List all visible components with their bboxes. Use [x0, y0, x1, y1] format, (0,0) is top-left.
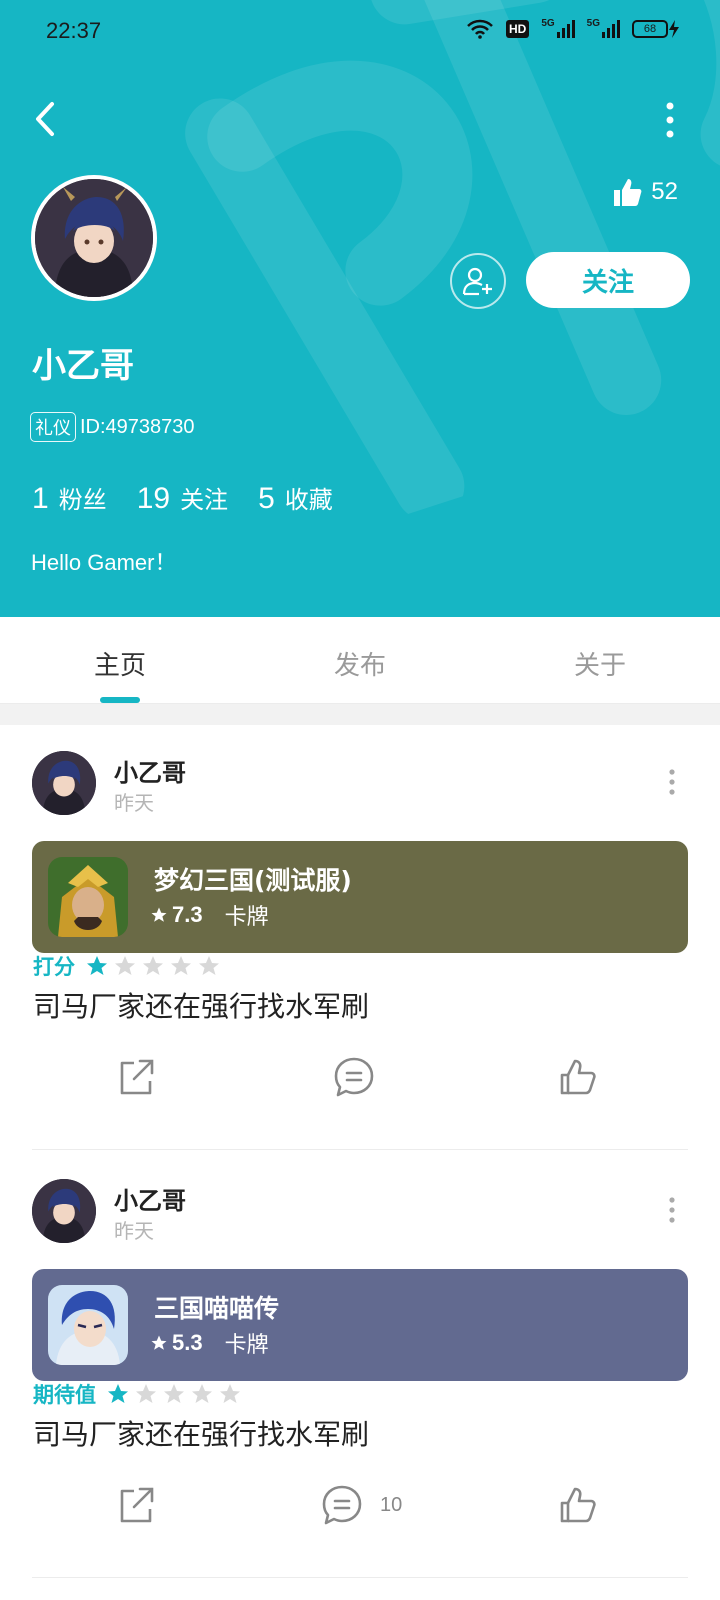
profile-bio: Hello Gamer！: [31, 550, 177, 575]
post-author-name[interactable]: 小乙哥: [114, 753, 186, 788]
game-icon: [48, 1285, 128, 1365]
back-arrow-icon: [36, 102, 54, 136]
stat-followers[interactable]: 1 粉丝: [32, 480, 107, 516]
tab-about[interactable]: 关于: [480, 617, 720, 703]
post-author-avatar[interactable]: [32, 1179, 96, 1243]
more-vertical-icon: [669, 769, 675, 795]
stat-favorites[interactable]: 5 收藏: [258, 480, 333, 516]
add-friend-icon: [462, 267, 492, 296]
star-icon: [171, 956, 191, 975]
star-icon: [151, 907, 167, 922]
post-author-avatar[interactable]: [32, 751, 96, 815]
likes-count: 52: [611, 176, 678, 208]
game-title: 梦幻三国(测试服): [154, 866, 352, 895]
profile-tabs: 主页 发布 关于: [0, 617, 720, 704]
comment-icon: [322, 1485, 362, 1525]
post-more-button[interactable]: [662, 1195, 682, 1225]
signal-icon-2: 5G: [587, 18, 620, 38]
post-divider: [32, 1577, 688, 1578]
add-friend-button[interactable]: [450, 253, 506, 309]
share-icon: [120, 1059, 154, 1095]
profile-name: 小乙哥: [32, 346, 134, 386]
star-icon: [199, 956, 219, 975]
star-icon: [164, 1384, 184, 1403]
section-gap: [0, 704, 720, 725]
star-icon: [136, 1384, 156, 1403]
post-time: 昨天: [114, 1219, 154, 1243]
comment-button[interactable]: 10: [320, 1483, 402, 1527]
like-icon: [560, 1059, 596, 1095]
star-icon: [151, 1335, 167, 1350]
game-genre: 卡牌: [224, 905, 269, 930]
post-text: 司马厂家还在强行找水军刷: [33, 990, 370, 1023]
profile-id: ID:49738730: [80, 415, 195, 438]
rating-row: 打分: [33, 951, 221, 981]
rating-label: 打分: [33, 955, 75, 979]
hd-icon: HD: [505, 20, 530, 38]
star-icon: [192, 1384, 212, 1403]
tab-indicator: [100, 697, 140, 703]
wifi-icon: [466, 19, 494, 39]
profile-stats: 1 粉丝 19 关注 5 收藏: [32, 480, 333, 516]
like-button[interactable]: [556, 1055, 600, 1099]
status-time: 22:37: [46, 18, 102, 43]
post-author-name[interactable]: 小乙哥: [114, 1181, 186, 1216]
status-bar: 22:37 HD 5G 5G 68: [0, 0, 720, 62]
game-card[interactable]: 三国喵喵传 5.3 卡牌: [32, 1269, 688, 1381]
share-icon: [120, 1487, 154, 1523]
more-vertical-icon: [666, 102, 674, 138]
battery-icon: 68: [632, 19, 680, 39]
game-score: 7.3: [172, 902, 203, 927]
game-meta: 5.3 卡牌: [150, 1327, 269, 1359]
tab-home[interactable]: 主页: [0, 617, 240, 703]
rating-row: 期待值: [33, 1379, 242, 1409]
comment-count: 10: [380, 1493, 403, 1516]
likes-number: 52: [651, 178, 678, 205]
post-time: 昨天: [114, 791, 154, 815]
profile-header: 22:37 HD 5G 5G 68 52 关注 小乙哥 礼仪 ID:497387…: [0, 0, 720, 617]
post-text: 司马厂家还在强行找水军刷: [33, 1418, 370, 1451]
profile-id-row: 礼仪 ID:49738730: [30, 412, 195, 442]
etiquette-badge: 礼仪: [30, 412, 76, 442]
more-options-button[interactable]: [660, 100, 680, 140]
rating-stars: [85, 954, 221, 978]
comment-icon: [334, 1057, 374, 1097]
game-score: 5.3: [172, 1330, 203, 1355]
tab-posts[interactable]: 发布: [240, 617, 480, 703]
star-icon: [143, 956, 163, 975]
share-button[interactable]: [114, 1055, 158, 1099]
game-genre: 卡牌: [224, 1333, 269, 1358]
star-icon: [115, 956, 135, 975]
more-vertical-icon: [669, 1197, 675, 1223]
follow-button[interactable]: 关注: [526, 252, 690, 308]
like-button[interactable]: [556, 1483, 600, 1527]
thumbs-up-icon: [614, 179, 642, 206]
post-actions: 10: [0, 1483, 720, 1543]
post-divider: [32, 1149, 688, 1150]
signal-icon: 5G: [541, 18, 575, 38]
post-more-button[interactable]: [662, 767, 682, 797]
comment-button[interactable]: [332, 1055, 392, 1099]
game-meta: 7.3 卡牌: [150, 899, 269, 931]
game-title: 三国喵喵传: [154, 1294, 280, 1323]
like-icon: [560, 1487, 596, 1523]
rating-stars: [106, 1382, 242, 1406]
star-icon: [87, 956, 107, 975]
rating-label: 期待值: [33, 1383, 96, 1407]
game-card[interactable]: 梦幻三国(测试服) 7.3 卡牌: [32, 841, 688, 953]
star-icon: [108, 1384, 128, 1403]
profile-avatar[interactable]: [31, 175, 157, 301]
back-button[interactable]: [30, 98, 60, 140]
game-icon: [48, 857, 128, 937]
share-button[interactable]: [114, 1483, 158, 1527]
star-icon: [220, 1384, 240, 1403]
stat-following[interactable]: 19 关注: [137, 480, 228, 516]
post-actions: [0, 1055, 720, 1115]
